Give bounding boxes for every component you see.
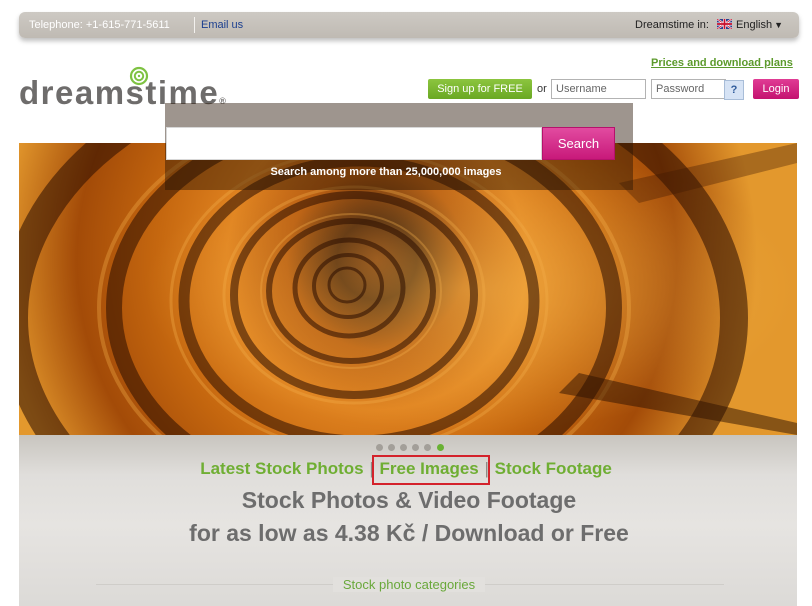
carousel-dots [376,444,456,452]
help-button[interactable]: ? [724,80,744,100]
headline-line-2: for as low as 4.38 Kč / Download or Free [189,520,629,546]
language-label: English [736,19,773,31]
or-label: or [537,83,547,95]
username-field[interactable]: Username [551,79,646,99]
carousel-dot-active[interactable] [437,444,444,451]
search-caption: Search among more than 25,000,000 images [270,166,502,178]
carousel-dot[interactable] [388,444,395,451]
login-button[interactable]: Login [753,79,799,99]
logo-swirl-icon [129,66,149,86]
stock-footage-link[interactable]: Stock Footage [495,459,612,478]
latest-stock-photos-link[interactable]: Latest Stock Photos [200,459,363,478]
chevron-down-icon: ▼ [774,20,783,30]
carousel-dot[interactable] [376,444,383,451]
prices-link[interactable]: Prices and download plans [651,57,793,69]
categories-label[interactable]: Stock photo categories [332,577,486,592]
free-images-highlight-box [372,455,490,485]
search-input[interactable] [166,127,542,160]
telephone-text: Telephone: +1-615-771-5611 [29,19,170,31]
topbar-divider [194,17,195,33]
headline-line-1: Stock Photos & Video Footage [241,487,577,513]
dreamstime-in-label: Dreamstime in: [635,19,709,31]
email-us-link[interactable]: Email us [201,19,243,31]
carousel-dot[interactable] [412,444,419,451]
uk-flag-icon [716,18,733,30]
language-selector[interactable]: English ▼ [716,18,783,31]
carousel-dot[interactable] [400,444,407,451]
top-info-bar: Telephone: +1-615-771-5611 Email us Drea… [19,12,799,38]
signup-button[interactable]: Sign up for FREE [428,79,532,99]
password-field[interactable]: Password [651,79,726,99]
search-button[interactable]: Search [542,127,615,160]
categories-heading: Stock photo categories [0,577,812,592]
carousel-dot[interactable] [424,444,431,451]
